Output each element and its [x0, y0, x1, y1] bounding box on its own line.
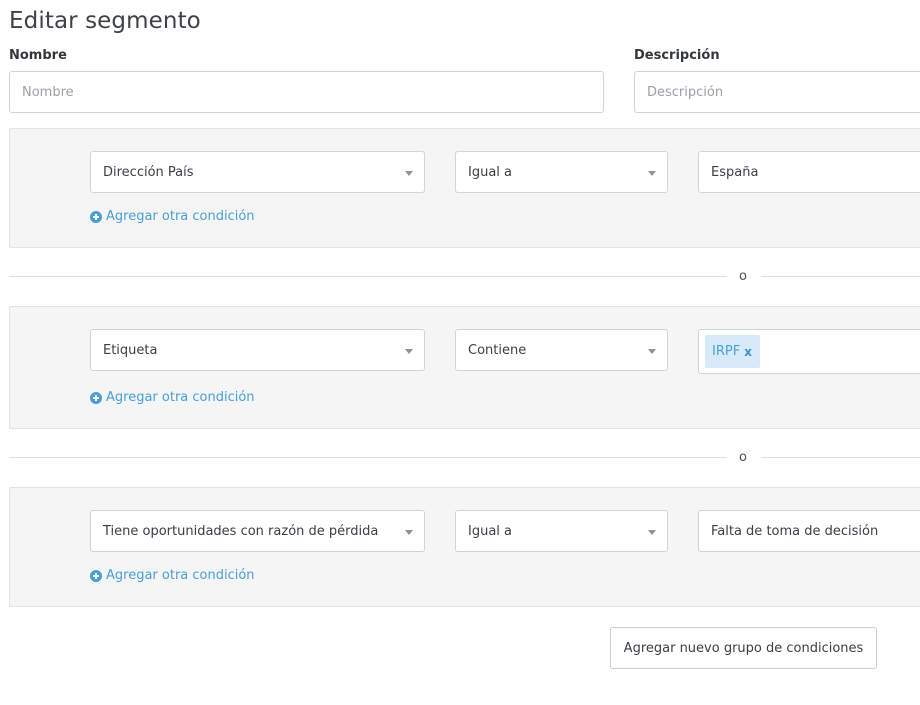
- add-condition-link[interactable]: Agregar otra condición: [90, 568, 255, 583]
- divider-line: [9, 276, 727, 277]
- condition-operator-value: Igual a: [468, 164, 513, 180]
- condition-value-input[interactable]: Falta de toma de decisión: [698, 510, 920, 552]
- condition-field-value: Tiene oportunidades con razón de pérdida: [103, 523, 379, 539]
- condition-operator-select[interactable]: Igual a: [455, 151, 668, 193]
- condition-field-value: Dirección País: [103, 164, 194, 180]
- or-divider-label: o: [739, 450, 747, 465]
- chevron-down-icon: [405, 171, 413, 176]
- chevron-down-icon: [648, 530, 656, 535]
- chevron-down-icon: [405, 349, 413, 354]
- tag-label: IRPF: [712, 344, 741, 359]
- plus-circle-icon: [90, 391, 102, 404]
- divider-line: [9, 457, 727, 458]
- add-condition-group-button[interactable]: Agregar nuevo grupo de condiciones: [610, 627, 877, 669]
- divider-line: [761, 457, 920, 458]
- add-condition-label: Agregar otra condición: [106, 568, 255, 583]
- condition-operator-value: Igual a: [468, 523, 513, 539]
- page-title: Editar segmento: [9, 8, 201, 34]
- description-input[interactable]: [634, 71, 920, 113]
- condition-operator-select[interactable]: Contiene: [455, 329, 668, 371]
- chevron-down-icon: [648, 349, 656, 354]
- tag-chip: IRPF x: [705, 335, 760, 368]
- name-input[interactable]: [9, 71, 604, 113]
- name-label: Nombre: [9, 48, 67, 63]
- add-condition-link[interactable]: Agregar otra condición: [90, 209, 255, 224]
- divider-line: [761, 276, 920, 277]
- condition-value-input[interactable]: España: [698, 151, 920, 193]
- or-divider-label: o: [739, 269, 747, 284]
- condition-field-select[interactable]: Etiqueta: [90, 329, 425, 371]
- condition-tags-input[interactable]: IRPF x: [698, 329, 920, 374]
- condition-field-select[interactable]: Tiene oportunidades con razón de pérdida: [90, 510, 425, 552]
- condition-value-text: Falta de toma de decisión: [711, 523, 879, 539]
- plus-circle-icon: [90, 569, 102, 582]
- condition-operator-value: Contiene: [468, 342, 527, 358]
- add-condition-label: Agregar otra condición: [106, 209, 255, 224]
- chevron-down-icon: [648, 171, 656, 176]
- condition-value-text: España: [711, 164, 759, 180]
- condition-field-select[interactable]: Dirección País: [90, 151, 425, 193]
- plus-circle-icon: [90, 210, 102, 223]
- description-label: Descripción: [634, 48, 720, 63]
- add-condition-label: Agregar otra condición: [106, 390, 255, 405]
- tag-remove-icon[interactable]: x: [744, 345, 752, 359]
- chevron-down-icon: [405, 530, 413, 535]
- condition-field-value: Etiqueta: [103, 342, 158, 358]
- add-condition-link[interactable]: Agregar otra condición: [90, 390, 255, 405]
- condition-operator-select[interactable]: Igual a: [455, 510, 668, 552]
